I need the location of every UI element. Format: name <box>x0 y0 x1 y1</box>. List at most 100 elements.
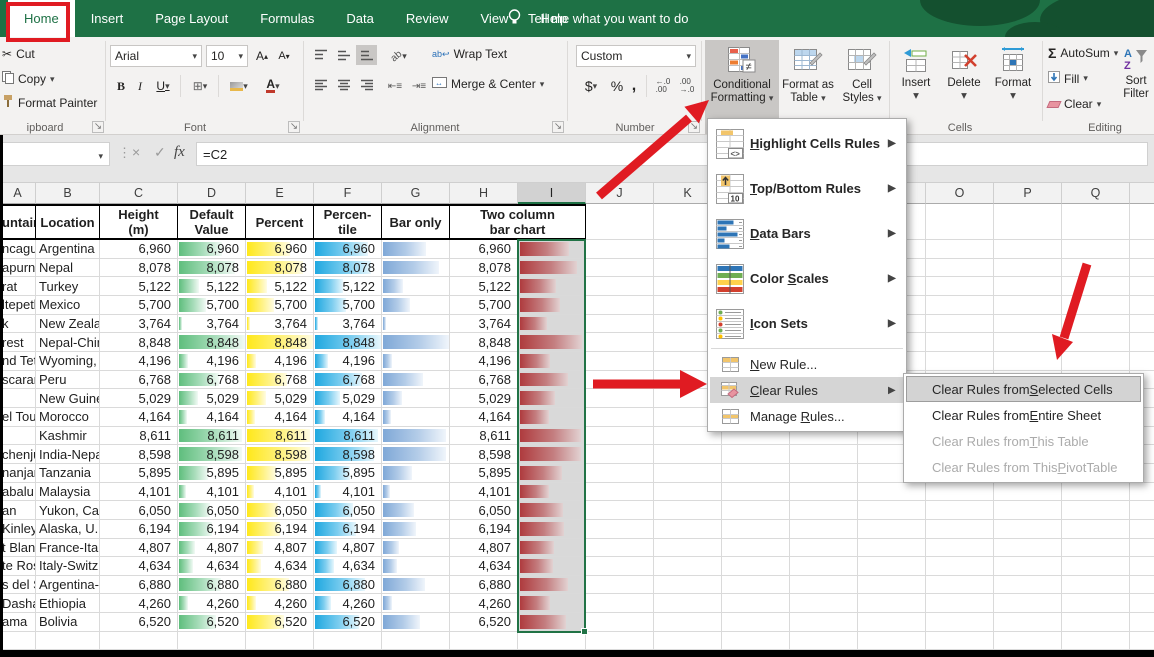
empty-cell[interactable] <box>790 520 858 539</box>
empty-cell[interactable] <box>1130 520 1154 539</box>
cell-default-value[interactable]: 3,764 <box>178 315 246 334</box>
name-box[interactable]: ▾ <box>0 142 110 166</box>
cell-bar-only[interactable] <box>382 483 450 502</box>
grow-font-button[interactable]: A▴ <box>252 45 272 67</box>
cell-bar-only[interactable] <box>382 613 450 632</box>
empty-cell[interactable] <box>1130 259 1154 278</box>
cell-default-value[interactable]: 4,807 <box>178 539 246 558</box>
empty-cell[interactable] <box>926 352 994 371</box>
cell-default-value[interactable]: 8,611 <box>178 427 246 446</box>
cell-two-column-red-bar[interactable] <box>518 576 586 595</box>
empty-cell[interactable] <box>926 315 994 334</box>
ribbon-tab-data[interactable]: Data <box>330 0 389 37</box>
alignment-dialog-launcher[interactable]: ↘ <box>552 121 564 133</box>
cell-bar-only[interactable] <box>382 333 450 352</box>
header-cell-height[interactable]: Height (m) <box>100 204 178 240</box>
column-header-J[interactable]: J <box>586 183 654 204</box>
empty-cell[interactable] <box>926 539 994 558</box>
cell-mountain[interactable]: scaran <box>0 371 36 390</box>
increase-indent-button[interactable]: ⇥≡ <box>408 75 430 97</box>
empty-cell[interactable] <box>994 576 1062 595</box>
cell-default-value[interactable]: 6,520 <box>178 613 246 632</box>
font-name-combo[interactable]: Arial▾ <box>110 45 202 67</box>
cell-default-value[interactable]: 6,768 <box>178 371 246 390</box>
cell-mountain[interactable]: abalu <box>0 483 36 502</box>
sort-filter-button[interactable]: AZ Sort Filter <box>1116 40 1154 134</box>
empty-cell[interactable] <box>790 557 858 576</box>
empty-cell[interactable] <box>654 632 722 650</box>
cell-two-column-number[interactable]: 4,634 <box>450 557 518 576</box>
empty-cell[interactable] <box>858 632 926 650</box>
cell-percentile[interactable]: 6,960 <box>314 240 382 259</box>
cell-default-value[interactable]: 5,700 <box>178 296 246 315</box>
column-header-B[interactable]: B <box>36 183 100 204</box>
empty-cell[interactable] <box>586 389 654 408</box>
cell-two-column-red-bar[interactable] <box>518 427 586 446</box>
empty-cell[interactable] <box>654 539 722 558</box>
empty-cell[interactable] <box>586 277 654 296</box>
cell-height[interactable]: 5,122 <box>100 277 178 296</box>
cell-bar-only[interactable] <box>382 277 450 296</box>
cell-percent[interactable]: 5,895 <box>246 464 314 483</box>
align-middle-button[interactable] <box>333 45 354 65</box>
menu-item-manage-rules[interactable]: Manage Rules... <box>710 403 904 429</box>
cell-percentile[interactable]: 6,768 <box>314 371 382 390</box>
cell-default-value[interactable]: 4,164 <box>178 408 246 427</box>
cell-height[interactable]: 8,078 <box>100 259 178 278</box>
header-cell-two-column-bar-chart[interactable]: Two column bar chart <box>450 204 586 240</box>
cell-height[interactable]: 8,848 <box>100 333 178 352</box>
ribbon-tab-home[interactable]: Home <box>8 0 75 37</box>
column-header-A[interactable]: A <box>0 183 36 204</box>
empty-cell[interactable] <box>722 445 790 464</box>
empty-cell[interactable] <box>858 501 926 520</box>
cell-two-column-number[interactable]: 6,960 <box>450 240 518 259</box>
cell-mountain[interactable]: te Ros <box>0 557 36 576</box>
menu-item-color-scales[interactable]: Color Scales▶ <box>710 256 904 301</box>
cell-two-column-number[interactable]: 4,164 <box>450 408 518 427</box>
cell-mountain[interactable]: ncagua <box>0 240 36 259</box>
fill-button[interactable]: Fill▾ <box>1048 71 1088 86</box>
empty-cell[interactable] <box>654 557 722 576</box>
cell-percent[interactable]: 4,634 <box>246 557 314 576</box>
cell-bar-only[interactable] <box>382 259 450 278</box>
cell-two-column-red-bar[interactable] <box>518 259 586 278</box>
empty-cell[interactable] <box>994 613 1062 632</box>
empty-cell[interactable] <box>926 520 994 539</box>
cell-two-column-number[interactable]: 5,700 <box>450 296 518 315</box>
wrap-text-button[interactable]: ab↩Wrap Text <box>432 47 507 61</box>
empty-cell[interactable] <box>994 204 1062 240</box>
cell-bar-only[interactable] <box>382 539 450 558</box>
cell-bar-only[interactable] <box>382 520 450 539</box>
empty-cell[interactable] <box>926 296 994 315</box>
font-color-button[interactable]: A▾ <box>258 75 288 97</box>
cell-percent[interactable]: 4,260 <box>246 594 314 613</box>
cell-height[interactable]: 4,196 <box>100 352 178 371</box>
ribbon-tab-formulas[interactable]: Formulas <box>244 0 330 37</box>
cell-mountain[interactable]: ama <box>0 613 36 632</box>
cell-two-column-red-bar[interactable] <box>518 277 586 296</box>
empty-cell[interactable] <box>722 632 790 650</box>
empty-cell[interactable] <box>1062 576 1130 595</box>
merge-center-button[interactable]: ↔Merge & Center▾ <box>432 77 544 91</box>
ribbon-tab-insert[interactable]: Insert <box>75 0 140 37</box>
empty-cell[interactable] <box>586 427 654 446</box>
empty-cell[interactable] <box>586 240 654 259</box>
cell-height[interactable]: 4,807 <box>100 539 178 558</box>
empty-cell[interactable] <box>994 277 1062 296</box>
cell-height[interactable]: 5,700 <box>100 296 178 315</box>
cell-default-value[interactable]: 6,960 <box>178 240 246 259</box>
cell-bar-only[interactable] <box>382 296 450 315</box>
empty-cell[interactable] <box>722 539 790 558</box>
empty-cell[interactable] <box>518 632 586 650</box>
cell-percent[interactable]: 5,122 <box>246 277 314 296</box>
cell-mountain[interactable]: s del S <box>0 576 36 595</box>
cell-bar-only[interactable] <box>382 389 450 408</box>
cell-percentile[interactable]: 4,807 <box>314 539 382 558</box>
cell-default-value[interactable]: 6,880 <box>178 576 246 595</box>
cell-two-column-number[interactable]: 6,194 <box>450 520 518 539</box>
submenu-item-clear-rules-from-selected-cells[interactable]: Clear Rules from Selected Cells <box>906 376 1141 402</box>
cell-percent[interactable]: 4,807 <box>246 539 314 558</box>
italic-button[interactable]: I <box>132 75 148 97</box>
cell-bar-only[interactable] <box>382 445 450 464</box>
column-header-H[interactable]: H <box>450 183 518 204</box>
